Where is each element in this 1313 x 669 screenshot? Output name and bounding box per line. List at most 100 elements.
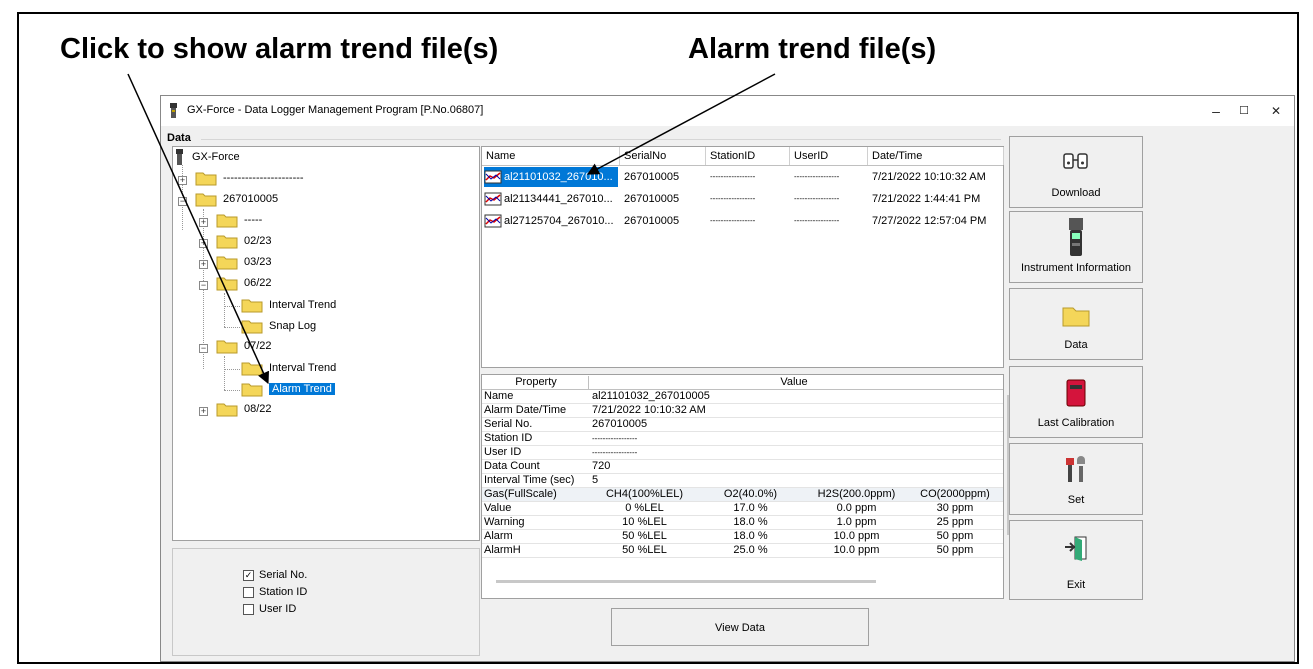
file-datetime: 7/27/2022 12:57:04 PM bbox=[872, 215, 987, 227]
tree-item-dash5[interactable]: ----- bbox=[216, 211, 262, 229]
tree-item-0822[interactable]: 08/22 bbox=[216, 400, 272, 418]
tree-item-label-selected: Alarm Trend bbox=[269, 383, 335, 395]
file-station: ----------------- bbox=[710, 216, 756, 225]
file-list[interactable]: Name SerialNo StationID UserID Date/Time… bbox=[481, 146, 1004, 368]
folder-icon bbox=[241, 383, 263, 397]
file-row[interactable]: al27125704_267010... 267010005 ---------… bbox=[482, 211, 1003, 231]
gas-row: Warning 10 %LEL 18.0 % 1.0 ppm 25 ppm bbox=[482, 516, 1003, 530]
file-name-selected: al21101032_267010... bbox=[484, 167, 618, 187]
file-station: ----------------- bbox=[710, 194, 756, 203]
window-title: GX-Force - Data Logger Management Progra… bbox=[187, 104, 484, 116]
expand-icon[interactable]: + bbox=[199, 260, 208, 269]
maximize-button[interactable]: ☐ bbox=[1229, 102, 1259, 120]
property-row: Data Count 720 bbox=[482, 460, 1003, 474]
expand-icon[interactable]: + bbox=[199, 239, 208, 248]
col-station[interactable]: StationID bbox=[706, 147, 790, 165]
property-row: Name al21101032_267010005 bbox=[482, 390, 1003, 404]
tree-root[interactable]: GX-Force bbox=[175, 148, 240, 166]
tree-item-label: ---------------------- bbox=[223, 172, 304, 184]
tree-item-label: Interval Trend bbox=[269, 299, 337, 311]
filter-serial[interactable]: ✓ Serial No. bbox=[243, 569, 307, 581]
property-table: Property Value Name al21101032_267010005 … bbox=[481, 374, 1009, 599]
property-row: Interval Time (sec) 5 bbox=[482, 474, 1003, 488]
data-group-label: Data bbox=[167, 132, 191, 144]
folder-icon bbox=[216, 214, 238, 228]
file-serial: 267010005 bbox=[624, 193, 680, 205]
tree-item-label: ----- bbox=[244, 214, 263, 226]
header-property: Property bbox=[515, 376, 557, 388]
tree-item-snaplog[interactable]: Snap Log bbox=[241, 317, 316, 335]
folder-icon bbox=[216, 277, 238, 291]
tree-item-label: 03/23 bbox=[244, 256, 272, 268]
expand-icon[interactable]: + bbox=[199, 407, 208, 416]
instrument-info-button[interactable]: Instrument Information bbox=[1009, 211, 1143, 283]
folder-icon bbox=[1062, 307, 1090, 327]
tree-item-0722[interactable]: 07/22 bbox=[216, 337, 272, 355]
property-row: Station ID ----------------- bbox=[482, 432, 1003, 446]
download-icon bbox=[1063, 153, 1088, 169]
file-user: ----------------- bbox=[794, 194, 840, 203]
folder-icon bbox=[216, 403, 238, 417]
expand-icon[interactable]: + bbox=[178, 176, 187, 185]
checkbox-icon[interactable] bbox=[243, 603, 254, 615]
property-row: Serial No. 267010005 bbox=[482, 418, 1003, 432]
close-button[interactable]: ✕ bbox=[1261, 102, 1291, 120]
folder-icon bbox=[216, 340, 238, 354]
filter-user[interactable]: User ID bbox=[243, 603, 296, 615]
gas-row: Gas(FullScale) CH4(100%LEL) O2(40.0%) H2… bbox=[482, 488, 1003, 502]
tree-item-label: Interval Trend bbox=[269, 362, 337, 374]
tree-item-alarm-trend[interactable]: Alarm Trend bbox=[241, 380, 335, 398]
checkbox-icon[interactable] bbox=[243, 586, 254, 598]
tools-icon bbox=[1066, 456, 1085, 482]
view-data-button[interactable]: View Data bbox=[611, 608, 869, 646]
folder-tree[interactable]: GX-Force + ---------------------- − 2670… bbox=[172, 146, 480, 541]
header-value: Value bbox=[588, 376, 999, 389]
tree-item-label: 267010005 bbox=[223, 193, 279, 205]
tree-guide bbox=[224, 293, 225, 327]
col-serial[interactable]: SerialNo bbox=[620, 147, 706, 165]
tree-item-0622[interactable]: 06/22 bbox=[216, 274, 272, 292]
minimize-button[interactable]: – bbox=[1201, 102, 1231, 120]
expand-icon[interactable]: + bbox=[199, 218, 208, 227]
tree-item-label: Snap Log bbox=[269, 320, 317, 332]
app-window: GX-Force - Data Logger Management Progra… bbox=[160, 95, 1295, 662]
set-label: Set bbox=[1067, 494, 1085, 506]
download-button[interactable]: Download bbox=[1009, 136, 1143, 208]
file-list-header: Name SerialNo StationID UserID Date/Time bbox=[482, 147, 1004, 166]
col-name[interactable]: Name bbox=[482, 147, 620, 165]
folder-icon bbox=[216, 235, 238, 249]
data-button[interactable]: Data bbox=[1009, 288, 1143, 360]
tree-item-0223[interactable]: 02/23 bbox=[216, 232, 272, 250]
gas-row: Value 0 %LEL 17.0 % 0.0 ppm 30 ppm bbox=[482, 502, 1003, 516]
tree-item-interval-0622[interactable]: Interval Trend bbox=[241, 296, 336, 314]
file-name: al21134441_267010... bbox=[484, 189, 618, 209]
tree-item-0323[interactable]: 03/23 bbox=[216, 253, 272, 271]
last-calibration-button[interactable]: Last Calibration bbox=[1009, 366, 1143, 438]
collapse-icon[interactable]: − bbox=[178, 197, 187, 206]
filter-station[interactable]: Station ID bbox=[243, 586, 307, 598]
collapse-icon[interactable]: − bbox=[199, 281, 208, 290]
file-name: al27125704_267010... bbox=[484, 211, 618, 231]
group-divider bbox=[201, 139, 1001, 140]
file-datetime: 7/21/2022 1:44:41 PM bbox=[872, 193, 981, 205]
collapse-icon[interactable]: − bbox=[199, 344, 208, 353]
exit-door-icon bbox=[1065, 536, 1087, 561]
file-serial: 267010005 bbox=[624, 215, 680, 227]
tree-item-serial[interactable]: 267010005 bbox=[195, 190, 278, 208]
file-row[interactable]: al21101032_267010... 267010005 ---------… bbox=[482, 167, 1003, 187]
trend-file-icon bbox=[484, 192, 502, 206]
tree-guide bbox=[224, 306, 240, 307]
horizontal-scrollbar[interactable] bbox=[496, 580, 876, 583]
set-button[interactable]: Set bbox=[1009, 443, 1143, 515]
file-row[interactable]: al21134441_267010... 267010005 ---------… bbox=[482, 189, 1003, 209]
tree-guide bbox=[224, 327, 240, 328]
tree-item-interval-0722[interactable]: Interval Trend bbox=[241, 359, 336, 377]
tree-guide bbox=[224, 356, 225, 390]
exit-button[interactable]: Exit bbox=[1009, 520, 1143, 600]
tree-item-dashes[interactable]: ---------------------- bbox=[195, 169, 304, 187]
folder-icon bbox=[241, 362, 263, 376]
title-bar: GX-Force - Data Logger Management Progra… bbox=[161, 96, 1294, 126]
checkbox-checked-icon[interactable]: ✓ bbox=[243, 569, 254, 581]
col-datetime[interactable]: Date/Time bbox=[868, 147, 1004, 165]
col-user[interactable]: UserID bbox=[790, 147, 868, 165]
